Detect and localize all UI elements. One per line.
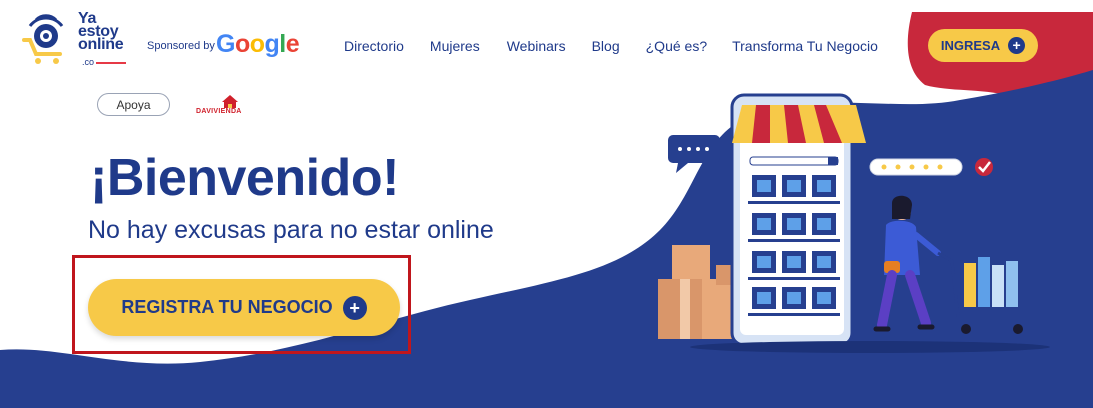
google-letter: o — [234, 30, 250, 58]
shopping-cart-icon — [937, 251, 1029, 334]
chat-bubble-icon — [668, 135, 720, 173]
davivienda-logo-text: DAVIVIENDA — [196, 108, 242, 115]
google-letter: e — [285, 30, 300, 58]
logo-line-3: online — [78, 36, 124, 53]
boxes-icon — [658, 245, 740, 339]
ingresa-label: INGRESA — [940, 38, 1001, 53]
google-logo: Google — [216, 30, 300, 59]
nav-blog[interactable]: Blog — [592, 38, 620, 54]
logo-wordmark: Ya estoy online — [78, 11, 124, 53]
nav-que-es[interactable]: ¿Qué es? — [646, 38, 707, 54]
main-nav: Directorio Mujeres Webinars Blog ¿Qué es… — [344, 38, 878, 54]
hero-subtitle: No hay excusas para no estar online — [88, 216, 494, 244]
google-letter: g — [264, 30, 280, 58]
rating-stars-icon — [869, 158, 963, 176]
ingresa-button[interactable]: INGRESA + — [928, 29, 1038, 62]
google-letter: G — [216, 30, 235, 58]
davivienda-house-icon — [222, 95, 238, 108]
plus-icon: + — [1008, 37, 1026, 54]
registra-label: REGISTRA TU NEGOCIO — [121, 297, 333, 317]
nav-transforma[interactable]: Transforma Tu Negocio — [732, 38, 878, 54]
landing-page: Ya estoy online .co Sponsored by Google … — [0, 0, 1093, 408]
nav-webinars[interactable]: Webinars — [507, 38, 566, 54]
plus-icon: + — [342, 295, 367, 320]
hero-title: ¡Bienvenido! — [90, 149, 399, 207]
shopping-illustration — [658, 93, 1050, 353]
apoya-pill: Apoya — [97, 93, 170, 116]
nav-mujeres[interactable]: Mujeres — [430, 38, 480, 54]
check-badge-icon — [975, 158, 993, 176]
phone-store-icon — [730, 93, 866, 347]
registra-negocio-button[interactable]: REGISTRA TU NEGOCIO + — [88, 279, 400, 336]
sponsored-by-label: Sponsored by — [147, 40, 215, 52]
logo-suffix: .co — [82, 57, 95, 67]
nav-directorio[interactable]: Directorio — [344, 38, 404, 54]
logo-underline — [96, 62, 126, 64]
google-letter: o — [249, 30, 265, 58]
woman-shopping-icon — [873, 195, 941, 332]
